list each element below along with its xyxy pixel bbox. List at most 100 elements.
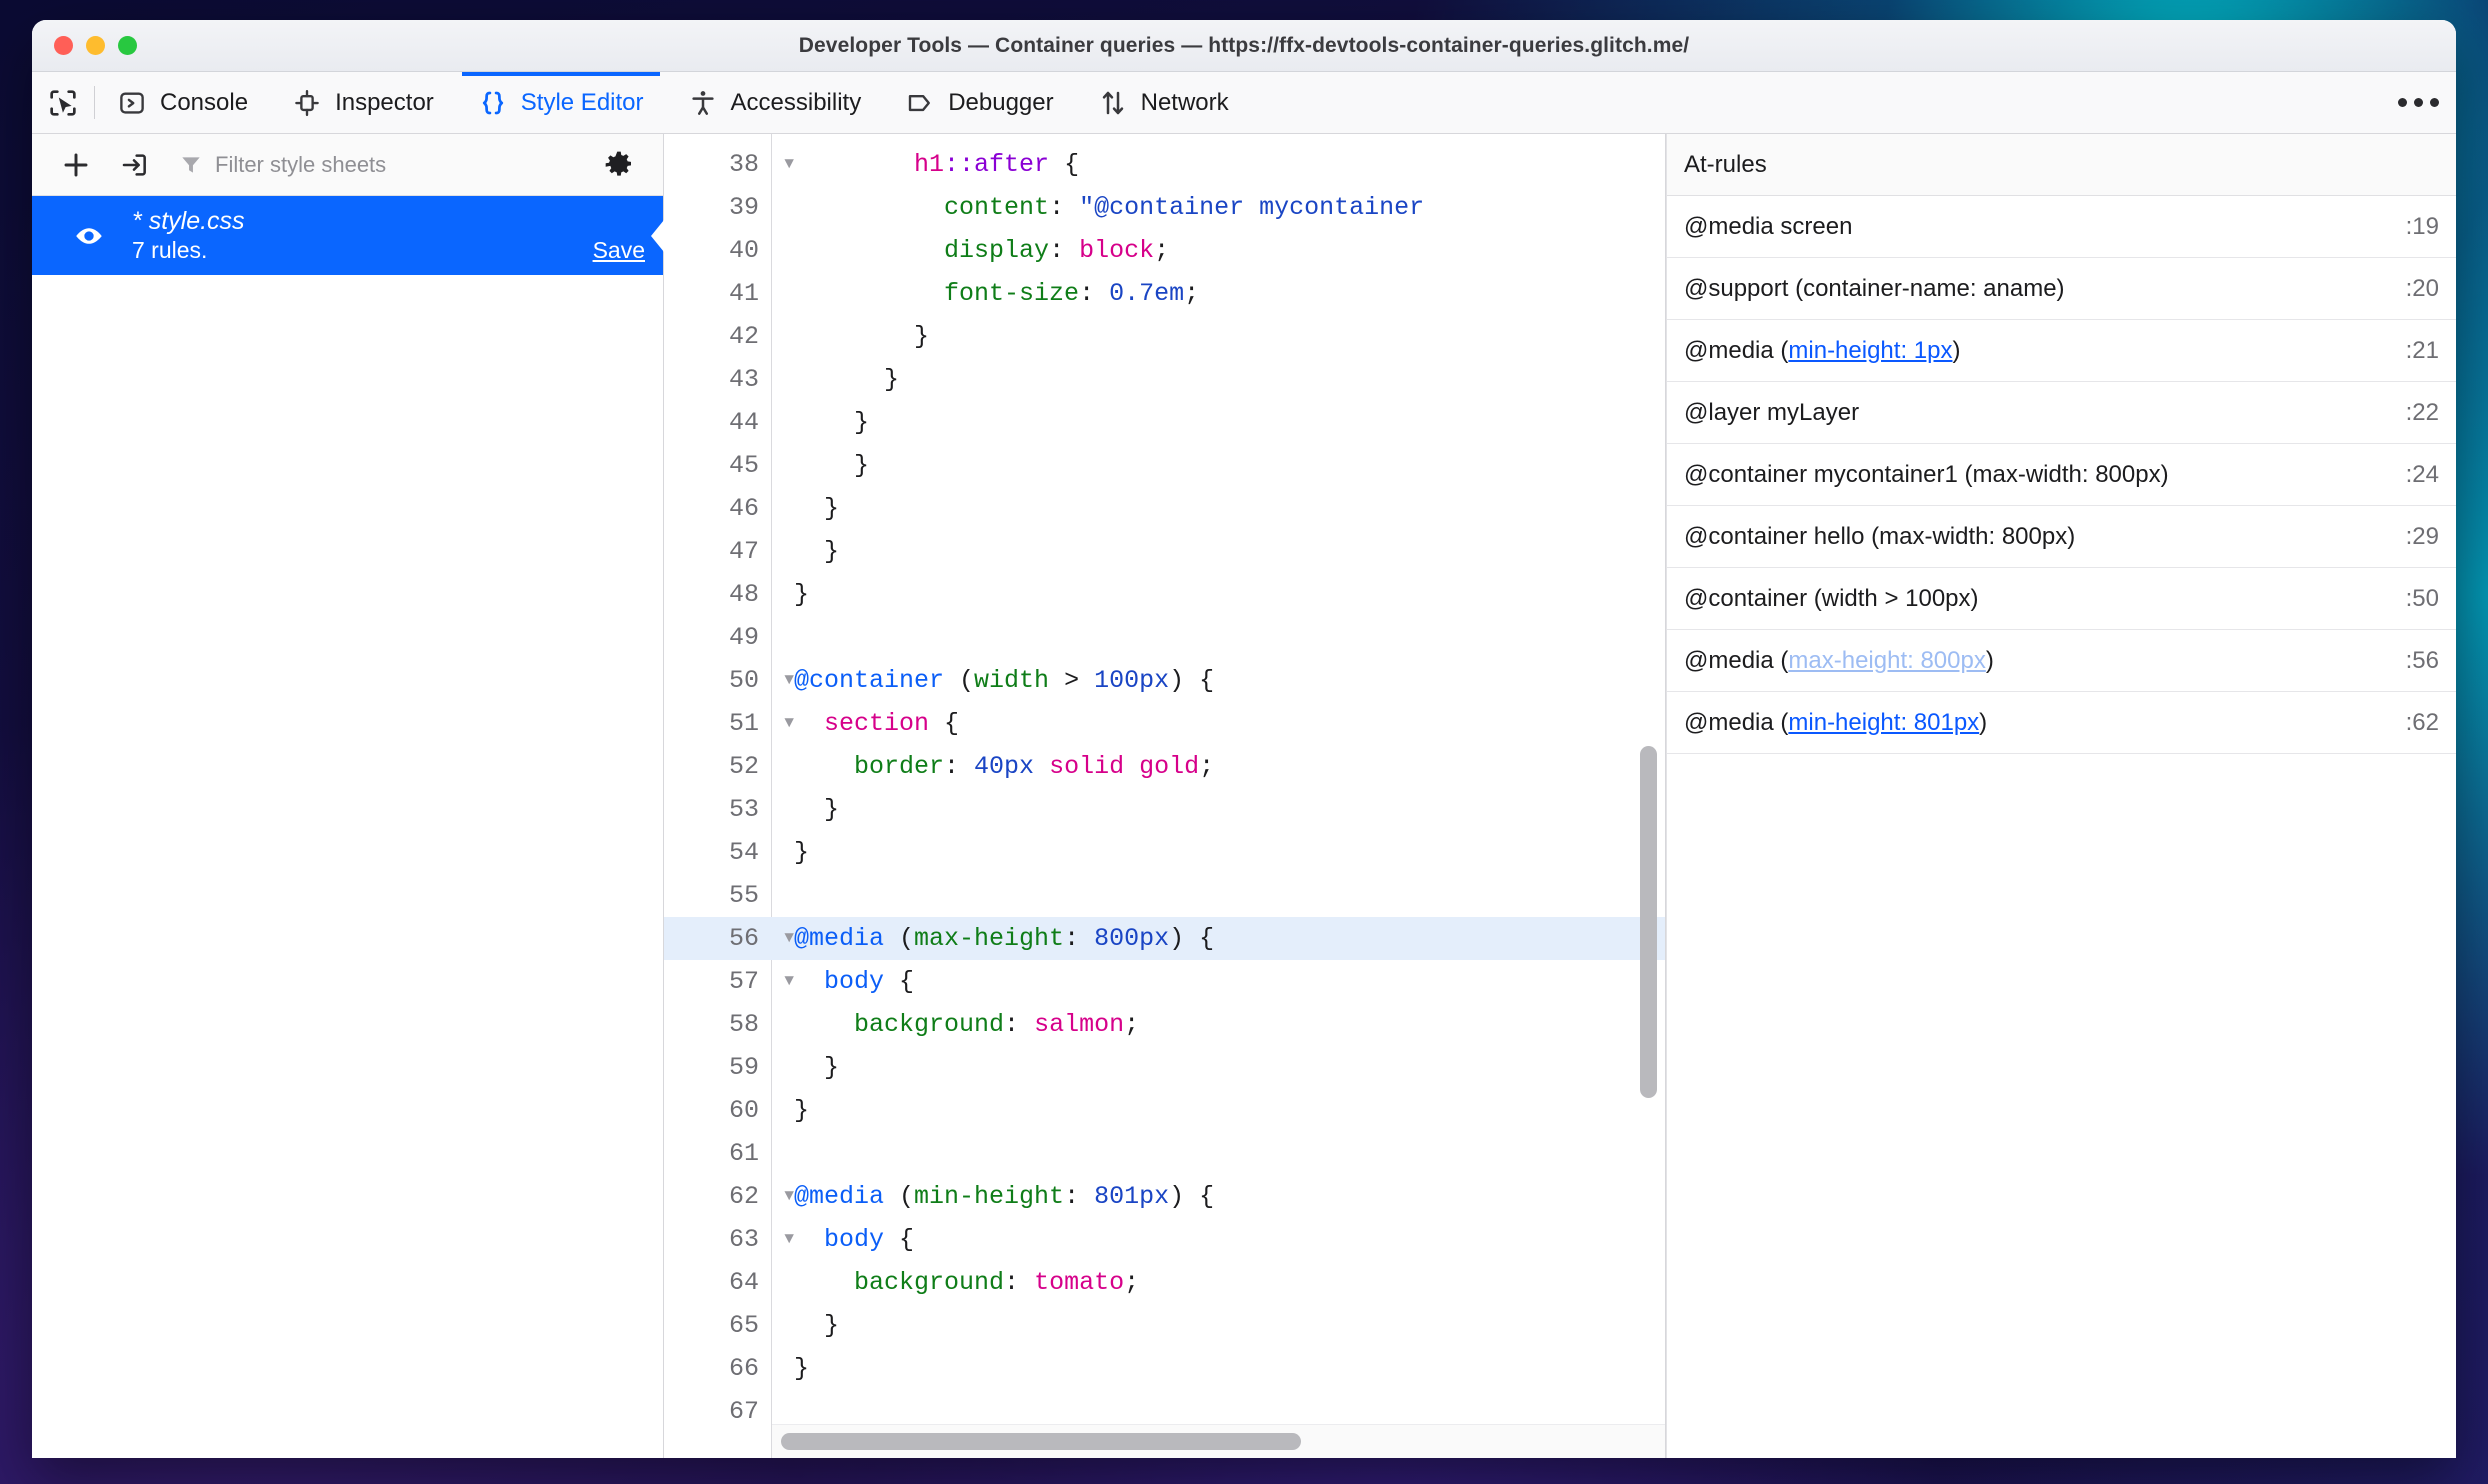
at-rule-row[interactable]: @container (width > 100px):50 [1667,568,2456,630]
code-token: body [824,967,885,996]
fold-triangle-icon[interactable]: ▼ [784,702,794,745]
code-line[interactable]: } [794,1304,1665,1347]
css-editor-viewport[interactable]: 38 ▼ 39 40 41 42 43 44 45 46 47 48 49 50 ▼ 51 ▼ 52 53 54 55 5… [664,134,1665,1458]
code-token: } [824,795,840,824]
at-rule-row[interactable]: @media screen:19 [1667,196,2456,258]
at-rule-line-number[interactable]: :21 [2406,337,2439,365]
at-rule-row[interactable]: @container hello (max-width: 800px):29 [1667,506,2456,568]
maximize-button[interactable] [118,36,137,55]
code-line[interactable]: } [794,788,1665,831]
code-line[interactable] [794,616,1665,659]
code-line[interactable] [794,1132,1665,1175]
code-line[interactable]: content: "@container mycontainer [794,186,1665,229]
at-rule-condition-link[interactable]: min-height: 1px [1788,337,1952,364]
code-line[interactable]: } [794,315,1665,358]
code-line[interactable]: } [794,1347,1665,1390]
code-line[interactable]: } [794,831,1665,874]
code-token: ; [1124,1268,1140,1297]
editor-horizontal-scrollbar-thumb[interactable] [781,1433,1301,1450]
code-line[interactable]: } [794,530,1665,573]
code-token: ; [1184,279,1200,308]
at-rule-condition-link[interactable]: min-height: 801px [1788,709,1979,736]
code-token: : [1064,1182,1095,1211]
line-number: 51 ▼ [664,702,794,745]
editor-horizontal-scrollbar-track[interactable] [772,1424,1665,1458]
new-stylesheet-button[interactable] [50,142,102,188]
code-line[interactable]: display: block; [794,229,1665,272]
fold-triangle-icon[interactable]: ▼ [784,917,794,960]
at-rule-condition-link[interactable]: max-height: 800px [1788,647,1985,674]
tab-inspector[interactable]: Inspector [270,72,456,133]
save-stylesheet-link[interactable]: Save [593,237,645,264]
css-source-text[interactable]: h1::after { content: "@container myconta… [794,134,1665,1458]
at-rule-line-number[interactable]: :20 [2406,275,2439,303]
import-stylesheet-button[interactable] [108,142,160,188]
fold-triangle-icon[interactable]: ▼ [784,659,794,702]
filter-stylesheets-input[interactable]: Filter style sheets [166,152,587,178]
fold-triangle-icon[interactable]: ▼ [784,1218,794,1261]
at-rules-panel: At-rules @media screen:19 @support (conta… [1666,134,2456,1458]
editor-vertical-scrollbar[interactable] [1640,746,1657,1098]
at-rule-line-number[interactable]: :56 [2406,647,2439,675]
code-line[interactable]: @container (width > 100px) { [794,659,1665,702]
minimize-button[interactable] [86,36,105,55]
more-options-button[interactable] [2380,72,2456,133]
code-line[interactable]: body { [794,960,1665,1003]
tab-accessibility[interactable]: Accessibility [666,72,884,133]
at-rule-text: @media ( [1684,646,1789,674]
code-token: ( [884,924,915,953]
code-line[interactable]: background: salmon; [794,1003,1665,1046]
code-line[interactable]: section { [794,702,1665,745]
at-rule-text: @container mycontainer1 (max-width: 800p… [1684,460,2169,488]
tab-debugger[interactable]: Debugger [883,72,1075,133]
stylesheet-settings-button[interactable] [593,142,645,188]
code-line[interactable]: h1::after { [794,143,1665,186]
code-line[interactable]: background: tomato; [794,1261,1665,1304]
fold-triangle-icon[interactable]: ▼ [784,1175,794,1218]
code-line[interactable]: border: 40px solid gold; [794,745,1665,788]
code-line[interactable]: } [794,401,1665,444]
at-rule-line-number[interactable]: :50 [2406,585,2439,613]
code-line[interactable]: } [794,358,1665,401]
at-rule-row[interactable]: @container mycontainer1 (max-width: 800p… [1667,444,2456,506]
code-line[interactable]: body { [794,1218,1665,1261]
code-line[interactable]: } [794,1046,1665,1089]
stylesheet-info: * style.css 7 rules. Save [132,206,645,265]
at-rule-row[interactable]: @layer myLayer:22 [1667,382,2456,444]
at-rule-row[interactable]: @support (container-name: aname):20 [1667,258,2456,320]
at-rule-line-number[interactable]: :62 [2406,709,2439,737]
code-line[interactable]: } [794,487,1665,530]
code-line[interactable]: @media (min-height: 801px) { [794,1175,1665,1218]
at-rule-line-number[interactable]: :22 [2406,399,2439,427]
at-rule-line-number[interactable]: :19 [2406,213,2439,241]
eye-icon[interactable] [72,219,106,253]
code-line[interactable]: } [794,573,1665,616]
stylesheet-list-item[interactable]: * style.css 7 rules. Save [32,196,664,275]
element-picker-icon [46,86,80,120]
code-line[interactable]: @media (max-height: 800px) { [794,917,1665,960]
at-rule-row[interactable]: @media (min-height: 1px):21 [1667,320,2456,382]
element-picker-button[interactable] [32,72,94,133]
code-line[interactable]: } [794,1089,1665,1132]
at-rule-row[interactable]: @media (max-height: 800px):56 [1667,630,2456,692]
code-line[interactable]: } [794,444,1665,487]
code-token: ( [884,1182,915,1211]
debugger-icon [905,88,935,118]
code-token: h1 [914,150,945,179]
code-line[interactable] [794,874,1665,917]
at-rule-line-number[interactable]: :29 [2406,523,2439,551]
at-rule-line-number[interactable]: :24 [2406,461,2439,489]
fold-triangle-icon[interactable]: ▼ [784,143,794,186]
at-rule-row[interactable]: @media (min-height: 801px):62 [1667,692,2456,754]
fold-triangle-icon[interactable]: ▼ [784,960,794,1003]
tab-style-editor[interactable]: Style Editor [456,72,666,133]
close-button[interactable] [54,36,73,55]
tab-console[interactable]: Console [95,72,270,133]
code-line[interactable]: font-size: 0.7em; [794,272,1665,315]
tab-network[interactable]: Network [1076,72,1251,133]
